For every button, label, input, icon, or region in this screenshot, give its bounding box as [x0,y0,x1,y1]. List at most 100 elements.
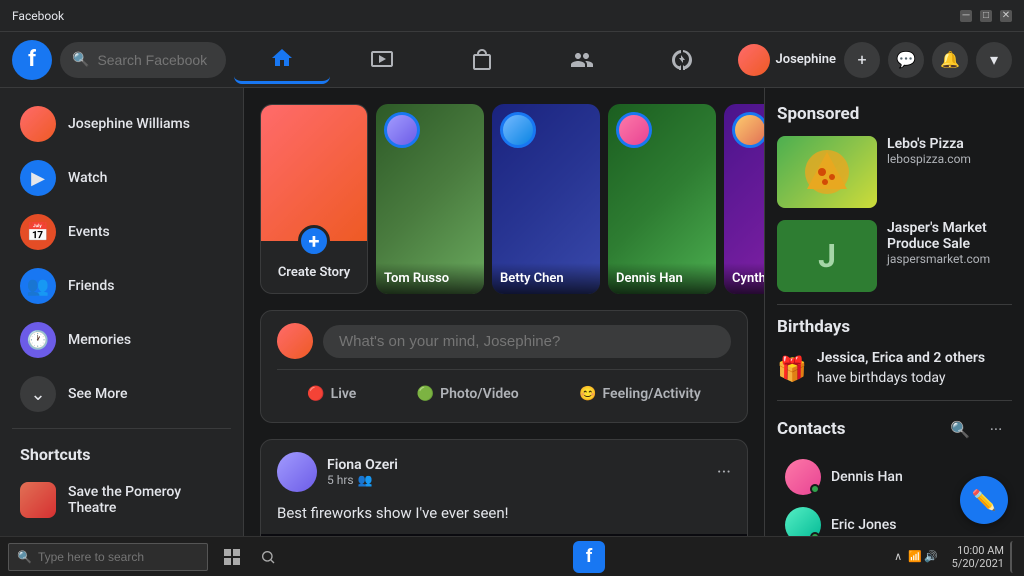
taskbar-search-task-button[interactable] [252,541,284,573]
sidebar-item-events[interactable]: 📅 Events [8,206,235,258]
dropdown-button[interactable]: ▾ [976,42,1012,78]
jaspers-image: J [777,220,877,292]
user-avatar-button[interactable]: Josephine [738,44,836,76]
see-more-icon: ⌄ [20,376,56,412]
create-story-card[interactable]: + Create Story [260,104,368,294]
volume-icon[interactable]: 🔊 [924,550,938,563]
taskbar-search-box: 🔍 [8,543,208,571]
sidebar-item-see-more[interactable]: ⌄ See More [8,368,235,420]
pizza-svg [797,147,857,197]
taskbar-fb-button[interactable]: f [573,541,605,573]
chevron-up-icon[interactable]: ∧ [894,550,902,563]
photo-label: Photo/Video [440,386,519,402]
dennis-avatar [785,459,821,495]
birthday-icon: 🎁 [777,355,807,383]
messenger-button[interactable]: 💬 [888,42,924,78]
pomeroy-label: Save the Pomeroy Theatre [68,484,223,516]
facebook-logo[interactable]: f [12,40,52,80]
memories-label: Memories [68,332,131,348]
lebos-url: lebospizza.com [887,152,1012,166]
post-box-actions: 🔴 Live 🟢 Photo/Video 😊 Feeling/Activity [277,378,731,410]
sidebar-item-memories[interactable]: 🕐 Memories [8,314,235,366]
tab-groups[interactable] [534,36,630,84]
post-card: Fiona Ozeri 5 hrs 👥 ··· Best fireworks s… [260,439,748,536]
search-task-icon [260,549,276,565]
left-sidebar: Josephine Williams ▶ Watch 📅 Events 👥 Fr… [0,88,244,536]
contacts-actions: 🔍 ··· [944,413,1012,445]
shortcuts-title: Shortcuts [0,437,243,472]
taskbar-date: 5/20/2021 [952,557,1004,570]
taskbar-search-input[interactable] [38,550,199,564]
post-time: 5 hrs [327,473,354,487]
home-icon [270,46,294,70]
story-dennis-avatar [616,112,652,148]
window-controls: ─ □ ✕ [960,10,1012,22]
eric-name: Eric Jones [831,517,896,533]
taskbar-clock: 10:00 AM 5/20/2021 [952,544,1004,570]
birthdays-title: Birthdays [777,317,1012,337]
chat-button[interactable]: ✏️ [960,476,1008,524]
taskbar-tray-icons: ∧ 📶 🔊 [894,550,937,563]
shortcut-weekend[interactable]: Weekend Trips [8,528,235,536]
watch-icon: ▶ [20,160,56,196]
post-meta: 5 hrs 👥 [327,473,398,487]
groups-icon [570,48,594,72]
contacts-search-button[interactable]: 🔍 [944,413,976,445]
maximize-button[interactable]: □ [980,10,992,22]
close-button[interactable]: ✕ [1000,10,1012,22]
gaming-icon [670,48,694,72]
eric-avatar [785,507,821,536]
story-tom[interactable]: Tom Russo [376,104,484,294]
sidebar-divider [12,428,231,429]
tab-video[interactable] [334,36,430,84]
titlebar: Facebook ─ □ ✕ [0,0,1024,32]
sponsored-jaspers[interactable]: J Jasper's Market Produce Sale jaspersma… [777,220,1012,292]
nav-tabs [234,36,730,84]
search-icon: 🔍 [72,52,89,68]
photo-action[interactable]: 🟢 Photo/Video [405,378,531,410]
story-tom-avatar [384,112,420,148]
tab-marketplace[interactable] [434,36,530,84]
tab-gaming[interactable] [634,36,730,84]
top-navigation: f 🔍 Josephine + 💬 🔔 ▾ [0,32,1024,88]
story-dennis-name: Dennis Han [608,263,716,294]
taskbar-start-button[interactable] [216,541,248,573]
birthdays-divider [777,400,1012,401]
profile-avatar [20,106,56,142]
feeling-action[interactable]: 😊 Feeling/Activity [567,378,713,410]
nav-right-section: Josephine + 💬 🔔 ▾ [738,42,1012,78]
story-cynthia[interactable]: Cynthia Lopez [724,104,764,294]
taskbar-center: f [284,541,894,573]
post-box-input[interactable] [323,325,731,358]
taskbar-right: ∧ 📶 🔊 10:00 AM 5/20/2021 [894,541,1016,573]
show-desktop-button[interactable] [1010,541,1016,573]
minimize-button[interactable]: ─ [960,10,972,22]
notifications-button[interactable]: 🔔 [932,42,968,78]
feeling-icon: 😊 [579,386,596,402]
video-icon [370,48,394,72]
lebos-image [777,136,877,208]
story-betty-avatar [500,112,536,148]
story-cynthia-avatar [732,112,764,148]
story-tom-name: Tom Russo [376,263,484,294]
story-betty[interactable]: Betty Chen [492,104,600,294]
story-betty-name: Betty Chen [492,263,600,294]
search-box[interactable]: 🔍 [60,42,226,78]
friends-icon: 👥 [20,268,56,304]
sidebar-item-watch[interactable]: ▶ Watch [8,152,235,204]
add-button[interactable]: + [844,42,880,78]
sidebar-item-friends[interactable]: 👥 Friends [8,260,235,312]
taskbar: 🔍 f ∧ 📶 🔊 10:00 AM 5/20/2021 [0,536,1024,576]
birthday-box: 🎁 Jessica, Erica and 2 others have birth… [777,349,1012,388]
contacts-more-button[interactable]: ··· [980,413,1012,445]
tab-home[interactable] [234,36,330,84]
sponsored-lebos[interactable]: Lebo's Pizza lebospizza.com [777,136,1012,208]
sponsored-divider [777,304,1012,305]
story-dennis[interactable]: Dennis Han [608,104,716,294]
lebos-name: Lebo's Pizza [887,136,1012,152]
shortcut-pomeroy[interactable]: Save the Pomeroy Theatre [8,474,235,526]
search-input[interactable] [97,52,213,68]
live-action[interactable]: 🔴 Live [295,378,368,410]
post-more-button[interactable]: ··· [717,462,731,483]
sidebar-item-profile[interactable]: Josephine Williams [8,98,235,150]
